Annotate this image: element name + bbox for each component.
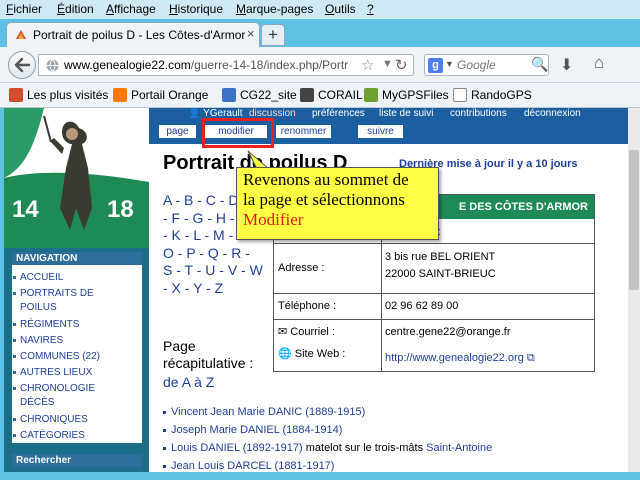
contributions-link[interactable]: contributions [450,108,507,119]
website-link[interactable]: http://www.genealogie22.org ⧉ [385,351,535,365]
address-label: Adresse : [278,262,325,274]
menu-historique[interactable]: Historique [169,2,223,16]
download-icon[interactable]: ⬇ [560,55,573,75]
user-icon: 👤 [188,108,201,119]
cg22-icon [222,88,236,102]
person-link[interactable]: Jean Louis DARCEL (1881-1917) [171,460,334,472]
tab-portrait-de-poilus[interactable]: Portrait de poilus D - Les Côtes-d'Armor… [6,22,260,47]
preferences-link[interactable]: préférences [312,108,365,119]
most-visited-icon [9,88,23,102]
recap-label: Page récapitulative : [163,338,254,371]
logo-14: 14 [12,196,39,223]
google-icon[interactable]: g [428,58,443,73]
bookmark-mygpsfiles[interactable]: MyGPSFiles [364,88,449,102]
nav-item-chronologie[interactable]: CHRONOLOGIE [13,382,95,396]
tab-favicon-icon [16,30,26,39]
navigation-heading: NAVIGATION [12,252,142,265]
list-item: Louis DANIEL (1892-1917) matelot sur le … [163,442,492,454]
url-bar[interactable]: www.genealogie22.com/guerre-14-18/index.… [38,54,414,76]
search-engine-dropdown-icon[interactable]: ▼ [445,59,454,69]
mygpsfiles-icon [364,88,378,102]
bookmark-star-icon[interactable]: ☆ [361,56,374,74]
orange-icon [113,88,127,102]
menu-marque-pages[interactable]: Marque-pages [236,2,313,16]
sidebar: 14 18 NAVIGATION ACCUEIL PORTRAITS DE PO… [4,108,149,472]
bookmark-corail[interactable]: CORAIL [300,88,363,102]
reload-icon[interactable]: ↻ [395,56,408,74]
tab-close-icon[interactable]: × [247,26,255,41]
address-line-1: 3 bis rue BEL ORIENT [385,251,496,263]
nav-item-regiments[interactable]: RÉGIMENTS [13,318,79,332]
search-heading: Rechercher [12,454,142,467]
url-text: www.genealogie22.com/guerre-14-18/index.… [64,58,349,72]
bookmark-les-plus-visites[interactable]: Les plus visités [9,88,108,102]
nav-item-deces[interactable]: DÉCÈS [20,396,54,410]
nav-item-navires[interactable]: NAVIRES [13,334,63,348]
menu-edition[interactable]: Édition [57,2,94,16]
bookmarks-toolbar: Les plus visités Portail Orange CG22_sit… [0,83,640,108]
logo-18: 18 [107,196,134,223]
nav-item-poilus[interactable]: POILUS [20,301,57,315]
history-dropdown-icon[interactable]: ▼ [382,58,393,70]
tab-title: Portrait de poilus D - Les Côtes-d'Armor… [33,28,245,42]
navigation-box: ACCUEIL PORTRAITS DE POILUS RÉGIMENTS NA… [12,265,142,443]
site-logo[interactable]: 14 18 [4,108,149,248]
external-link-icon: ⧉ [523,352,535,364]
recap-link[interactable]: de A à Z [163,374,214,390]
menu-outils[interactable]: Outils [325,2,356,16]
nav-item-accueil[interactable]: ACCUEIL [13,271,63,285]
nav-item-communes[interactable]: COMMUNES (22) [13,350,100,364]
list-item: Jean Louis DARCEL (1881-1917) [163,460,334,472]
back-arrow-icon [14,57,31,73]
poilu-logo-icon [4,108,149,248]
scrollbar-thumb[interactable] [629,150,639,290]
corail-icon [300,88,314,102]
home-icon[interactable]: ⌂ [594,53,604,73]
person-link[interactable]: Louis DANIEL (1892-1917) [171,442,303,454]
tab-page[interactable]: page [159,125,196,138]
phone-label: Téléphone : [278,300,337,312]
tutorial-callout: Revenons au sommet de la page et sélecti… [236,167,439,240]
nav-item-autres-lieux[interactable]: AUTRES LIEUX [13,366,92,380]
navigation-toolbar: www.genealogie22.com/guerre-14-18/index.… [0,47,640,83]
globe-icon [46,59,59,72]
search-icon[interactable]: 🔍 [531,56,548,73]
tab-renommer[interactable]: renommer [276,125,331,138]
website-icon: 🌐 [278,348,292,360]
bookmark-portail-orange[interactable]: Portail Orange [113,88,208,102]
list-item: Joseph Marie DANIEL (1884-1914) [163,424,342,436]
menu-affichage[interactable]: Affichage [106,2,156,16]
back-button[interactable] [8,51,36,79]
address-line-2: 22000 SAINT-BRIEUC [385,268,496,280]
email-value[interactable]: centre.gene22@orange.fr [385,325,511,339]
ship-link[interactable]: Saint-Antoine [426,442,492,454]
phone-value: 02 96 62 89 00 [385,300,459,312]
search-input[interactable] [457,58,527,72]
person-link[interactable]: Vincent Jean Marie DANIC (1889-1915) [171,406,365,418]
nav-item-categories[interactable]: CATÉGORIES [13,429,85,443]
logout-link[interactable]: déconnexion [524,108,581,119]
watchlist-link[interactable]: liste de suivi [379,108,433,119]
person-link[interactable]: Joseph Marie DANIEL (1884-1914) [171,424,342,436]
nav-item-portraits[interactable]: PORTRAITS DE [13,287,94,301]
page-icon [453,88,467,102]
nav-item-chroniques[interactable]: CHRONIQUES [13,413,88,427]
email-label: ✉ Courriel : [278,326,335,338]
envelope-icon: ✉ [278,326,288,338]
tab-suivre[interactable]: suivre [358,125,403,138]
bookmark-randogps[interactable]: RandoGPS [453,88,532,102]
menu-fichier[interactable]: Fichier [6,2,42,16]
page-viewport: 👤 YGerault discussion préférences liste … [4,108,628,472]
new-tab-button[interactable]: + [261,24,285,46]
menu-bar: Fichier Édition Affichage Historique Mar… [0,0,640,19]
bookmark-cg22-site[interactable]: CG22_site [222,88,297,102]
tab-strip: Portrait de poilus D - Les Côtes-d'Armor… [0,19,640,47]
search-bar[interactable]: g ▼ 🔍 [424,54,549,76]
website-label: 🌐 Site Web : [278,348,346,360]
modifier-highlight [202,118,274,148]
menu-aide[interactable]: ? [367,2,374,16]
list-item: Vincent Jean Marie DANIC (1889-1915) [163,406,365,418]
